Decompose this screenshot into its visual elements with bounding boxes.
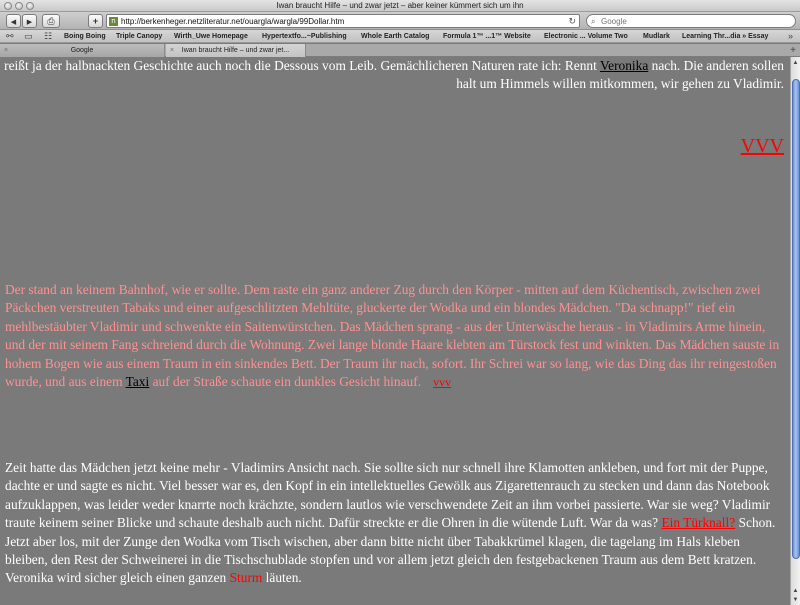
bookmark-item[interactable]: Whole Earth Catalog [361, 30, 429, 43]
forward-button[interactable]: ▶ [22, 14, 37, 28]
plus-icon: + [92, 16, 99, 26]
scroll-down-icon[interactable]: ▼ [791, 596, 800, 604]
scroll-up-icon-lower[interactable]: ▲ [791, 587, 800, 595]
tab-label: Google [70, 47, 94, 54]
back-arrow-icon: ◀ [10, 19, 17, 26]
paragraph-zeit: Zeit hatte das Mädchen jetzt keine mehr … [5, 459, 785, 588]
link-tuerknall[interactable]: Ein Türknall? [661, 515, 735, 530]
url-text[interactable]: http://berkenheger.netzliteratur.net/oua… [121, 15, 344, 28]
title-bar: Iwan braucht Hilfe – und zwar jetzt – ab… [0, 0, 800, 12]
scroll-up-icon[interactable]: ▲ [791, 59, 800, 67]
reload-icon[interactable]: ↻ [568, 15, 576, 28]
tab-google[interactable]: × Google [0, 44, 165, 57]
close-tab-icon[interactable]: × [170, 44, 174, 57]
add-bookmark-button[interactable]: + [88, 14, 103, 28]
back-button[interactable]: ◀ [6, 14, 21, 28]
bookmark-item[interactable]: Electronic ... Volume Two [544, 30, 628, 43]
bookmarks-bar: ⚯ ▭ ☷ Boing Boing Triple Canopy Wirth_Uw… [0, 30, 800, 43]
bookmark-item[interactable]: Hypertextfo...~Publishing [262, 30, 347, 43]
paragraph-text: reißt ja der halbnackten Geschichte auch… [4, 58, 600, 73]
search-icon: ⌕ [591, 17, 596, 26]
paragraph-text: Zeit hatte das Mädchen jetzt keine mehr … [5, 460, 771, 531]
tab-label: Iwan braucht Hilfe – und zwar jet... [181, 47, 290, 54]
forward-arrow-icon: ▶ [26, 19, 33, 26]
grid-icon[interactable]: ☷ [44, 30, 52, 43]
print-icon: ⎙ [47, 16, 55, 26]
window-title: Iwan braucht Hilfe – und zwar jetzt – ab… [276, 1, 524, 10]
bookmark-item[interactable]: Boing Boing [64, 30, 106, 43]
address-bar[interactable]: n http://berkenheger.netzliteratur.net/o… [106, 14, 580, 28]
search-input[interactable] [601, 16, 791, 27]
print-button[interactable]: ⎙ [42, 14, 60, 28]
site-favicon: n [109, 17, 118, 26]
search-field[interactable]: ⌕ [586, 14, 796, 28]
browser-toolbar: ◀ ▶ ⎙ + n http://berkenheger.netzliterat… [0, 12, 800, 30]
red-word-sturm: Sturm [229, 570, 263, 586]
bookmark-item[interactable]: Learning Thr...dia » Essay [682, 30, 768, 43]
scrollbar-thumb[interactable] [792, 79, 800, 559]
tab-iwan[interactable]: × Iwan braucht Hilfe – und zwar jet... [166, 44, 306, 57]
bookmark-item[interactable]: Formula 1™ ...1™ Website [443, 30, 531, 43]
paragraph-text: auf der Straße schaute ein dunkles Gesic… [149, 374, 422, 390]
page-content: reißt ja der halbnackten Geschichte auch… [0, 57, 790, 605]
new-tab-icon[interactable]: + [790, 44, 796, 57]
link-vvv-small[interactable]: vvv [433, 375, 451, 389]
book-icon[interactable]: ▭ [24, 30, 33, 43]
paragraph-text: Der stand an keinem Bahnhof, wie er soll… [5, 282, 780, 390]
vertical-scrollbar[interactable]: ▲ ▲ ▼ [790, 57, 800, 605]
link-icon[interactable]: ⚯ [6, 30, 14, 43]
close-tab-icon[interactable]: × [4, 44, 8, 57]
link-taxi[interactable]: Taxi [126, 374, 150, 389]
link-vvv-large[interactable]: VVV [741, 134, 784, 158]
paragraph-intro: reißt ja der halbnackten Geschichte auch… [4, 57, 784, 94]
overflow-icon[interactable]: » [788, 30, 793, 43]
paragraph-bahnhof: Der stand an keinem Bahnhof, wie er soll… [5, 281, 785, 391]
paragraph-text: läuten. [262, 570, 302, 586]
tab-bar: × Google × Iwan braucht Hilfe – und zwar… [0, 44, 800, 57]
bookmark-item[interactable]: Wirth_Uwe Homepage [174, 30, 248, 43]
bookmark-item[interactable]: Triple Canopy [116, 30, 162, 43]
bookmark-item[interactable]: Mudlark [643, 30, 670, 43]
link-veronika[interactable]: Veronika [600, 58, 648, 73]
